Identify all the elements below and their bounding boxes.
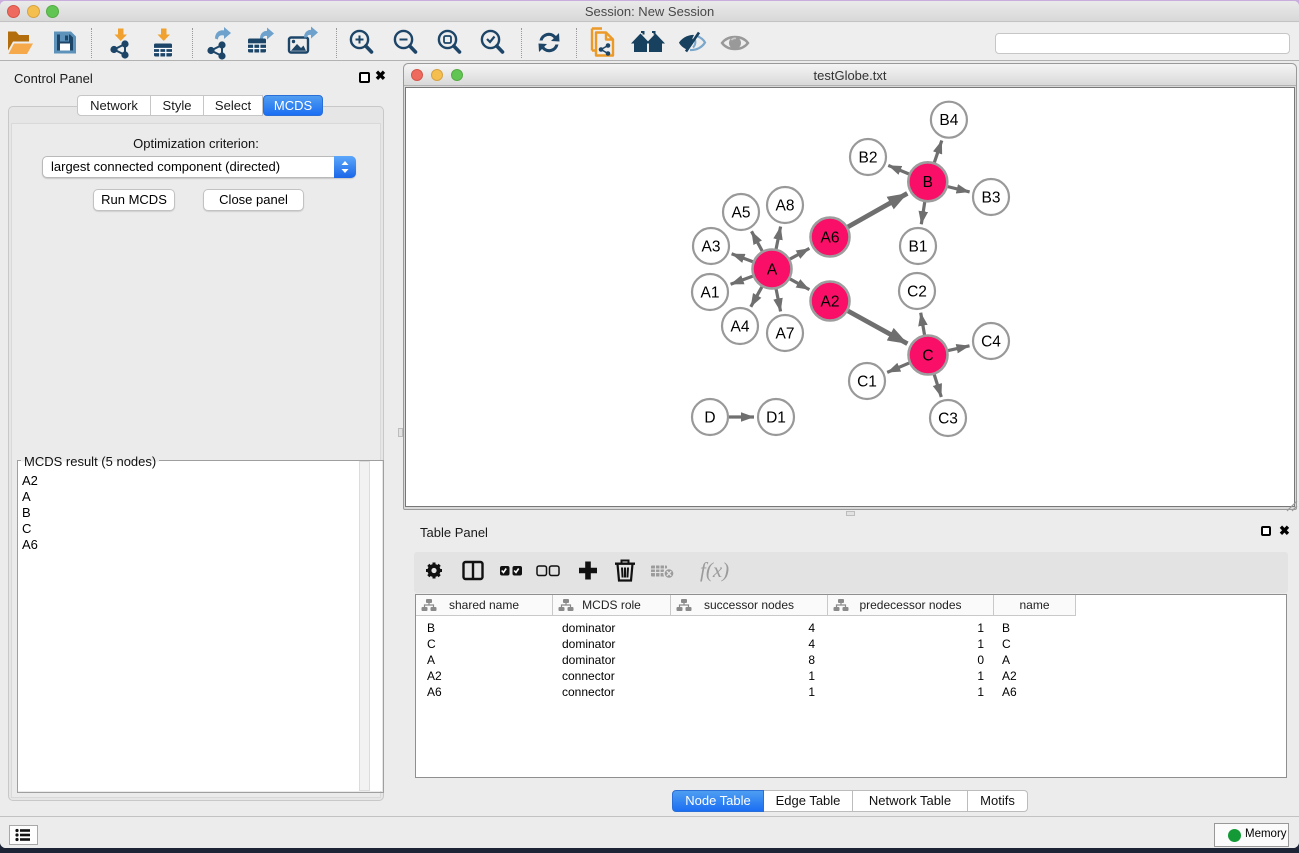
- svg-text:A7: A7: [776, 325, 795, 342]
- svg-text:C1: C1: [857, 373, 877, 390]
- svg-text:A6: A6: [821, 229, 840, 246]
- svg-text:A3: A3: [702, 238, 721, 255]
- svg-text:f(x): f(x): [700, 558, 729, 582]
- svg-text:A1: A1: [701, 284, 720, 301]
- svg-text:D1: D1: [766, 409, 786, 426]
- svg-text:D: D: [704, 409, 715, 426]
- svg-text:A2: A2: [821, 293, 840, 310]
- svg-text:A5: A5: [732, 204, 751, 221]
- svg-text:B: B: [923, 174, 933, 191]
- svg-text:A8: A8: [776, 197, 795, 214]
- svg-text:B4: B4: [939, 112, 958, 129]
- svg-text:B1: B1: [909, 238, 928, 255]
- svg-text:C3: C3: [938, 410, 958, 427]
- svg-text:B2: B2: [859, 149, 878, 166]
- svg-text:C4: C4: [981, 333, 1001, 350]
- svg-text:A: A: [767, 261, 778, 278]
- svg-text:B3: B3: [982, 189, 1001, 206]
- svg-text:C: C: [922, 347, 933, 364]
- svg-text:C2: C2: [907, 283, 927, 300]
- svg-text:A4: A4: [731, 318, 750, 335]
